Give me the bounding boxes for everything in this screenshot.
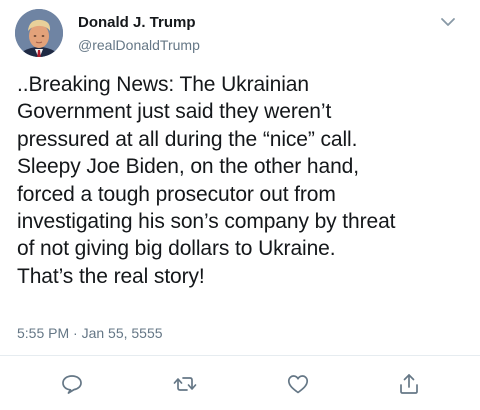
tweet-timestamp[interactable]: 5:55 PM · Jan 55, 5555 (17, 325, 163, 341)
profile-photo (15, 9, 63, 57)
author-name[interactable]: Donald J. Trump (78, 14, 196, 31)
divider (0, 355, 480, 356)
chevron-down-icon[interactable] (437, 14, 459, 32)
reply-icon[interactable] (59, 372, 85, 396)
tweet-card: Donald J. Trump @realDonaldTrump ..Break… (0, 0, 480, 410)
tweet-text: ..Breaking News: The Ukrainian Governmen… (17, 73, 396, 288)
avatar[interactable] (15, 9, 63, 57)
heart-icon[interactable] (285, 372, 311, 396)
retweet-icon[interactable] (172, 372, 198, 396)
author-handle[interactable]: @realDonaldTrump (78, 37, 200, 53)
share-icon[interactable] (396, 372, 422, 396)
